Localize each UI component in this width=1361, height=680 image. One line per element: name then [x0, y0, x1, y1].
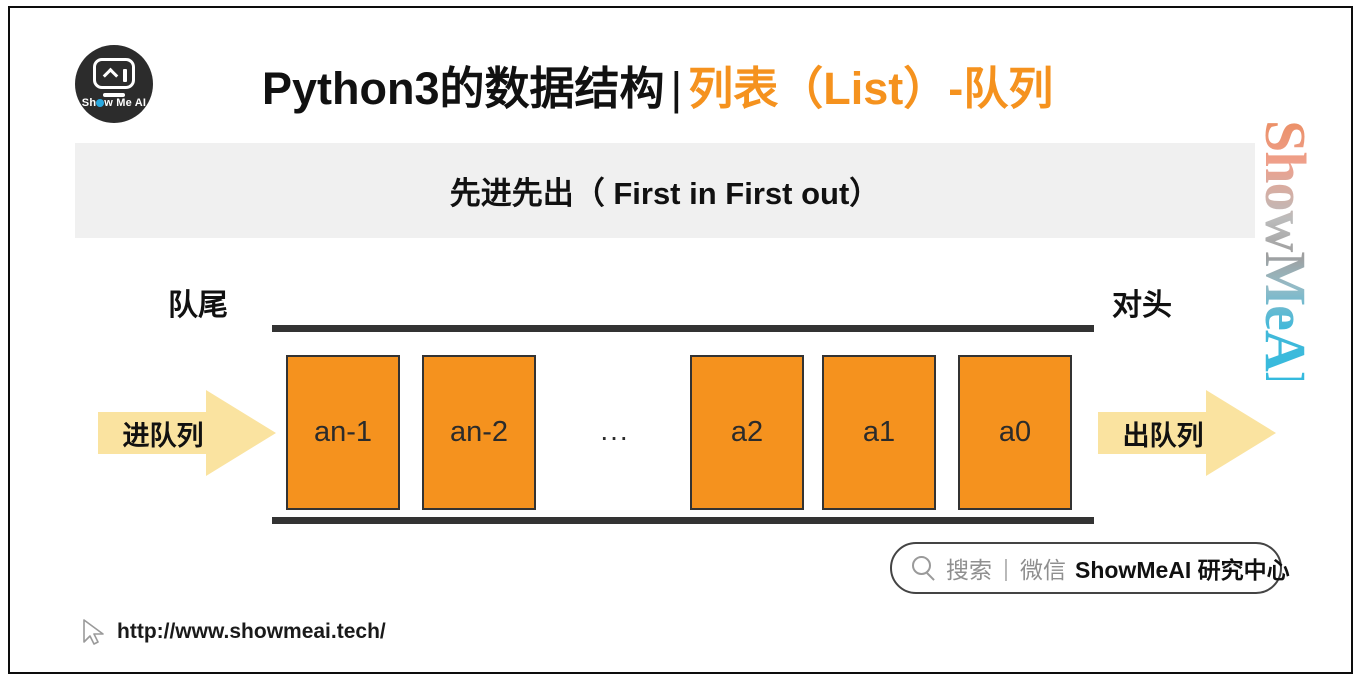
slide-canvas: Sh w Me AI Python3的数据结构 | 列表（List）-队列 先进先出（…	[0, 0, 1361, 680]
queue-rail-bottom	[272, 517, 1094, 524]
badge-search-label: 搜索	[946, 557, 992, 583]
logo-wordmark-pre: Sh	[81, 97, 97, 109]
enqueue-arrow: 进队列	[98, 390, 276, 476]
robot-face-icon	[93, 58, 135, 89]
showmeai-logo: Sh w Me AI	[75, 45, 153, 123]
page-title-accent: 列表（List）-队列	[688, 63, 1054, 114]
footer: http://www.showmeai.tech/	[80, 617, 386, 647]
footer-url[interactable]: http://www.showmeai.tech/	[117, 620, 386, 644]
badge-account-label: ShowMeAI 研究中心	[1074, 557, 1290, 583]
queue-cell: a0	[958, 355, 1072, 510]
badge-channel-label: 微信	[1019, 557, 1066, 583]
search-icon	[912, 555, 937, 581]
page-title-separator: |	[670, 63, 683, 114]
enqueue-arrow-label: 进队列	[122, 420, 204, 451]
queue-cell: a2	[690, 355, 804, 510]
dequeue-arrow: 出队列	[1098, 390, 1276, 476]
subtitle-text: 先进先出（ First in First out）	[449, 176, 881, 211]
robot-mouth-icon	[103, 93, 125, 97]
queue-cell: an-1	[286, 355, 400, 510]
logo-wordmark: Sh w Me AI	[75, 97, 153, 109]
robot-eye-caret-icon	[102, 67, 119, 84]
queue-rail-top	[272, 325, 1094, 332]
watermark-showmeai: ShowMeAI	[1250, 120, 1320, 392]
badge-divider: |	[1003, 554, 1009, 581]
dequeue-arrow-label: 出队列	[1122, 420, 1204, 451]
search-icon-handle	[926, 571, 935, 581]
cursor-icon	[83, 619, 104, 645]
wechat-search-badge[interactable]: 搜索 | 微信 ShowMeAI 研究中心	[890, 542, 1290, 594]
search-icon-ring	[912, 555, 931, 575]
queue-cell: an-2	[422, 355, 536, 510]
robot-eye-bar-icon	[123, 69, 127, 82]
queue-tail-label: 队尾	[168, 289, 228, 322]
queue-head-label: 对头	[1112, 289, 1172, 322]
subtitle-band: 先进先出（ First in First out）	[75, 143, 1255, 238]
queue-cell: a1	[822, 355, 936, 510]
page-title-main: Python3的数据结构	[262, 63, 665, 114]
queue-ellipsis: ...	[600, 415, 630, 446]
logo-wordmark-post: w Me AI	[104, 97, 147, 109]
page-title: Python3的数据结构 | 列表（List）-队列	[262, 52, 1053, 117]
